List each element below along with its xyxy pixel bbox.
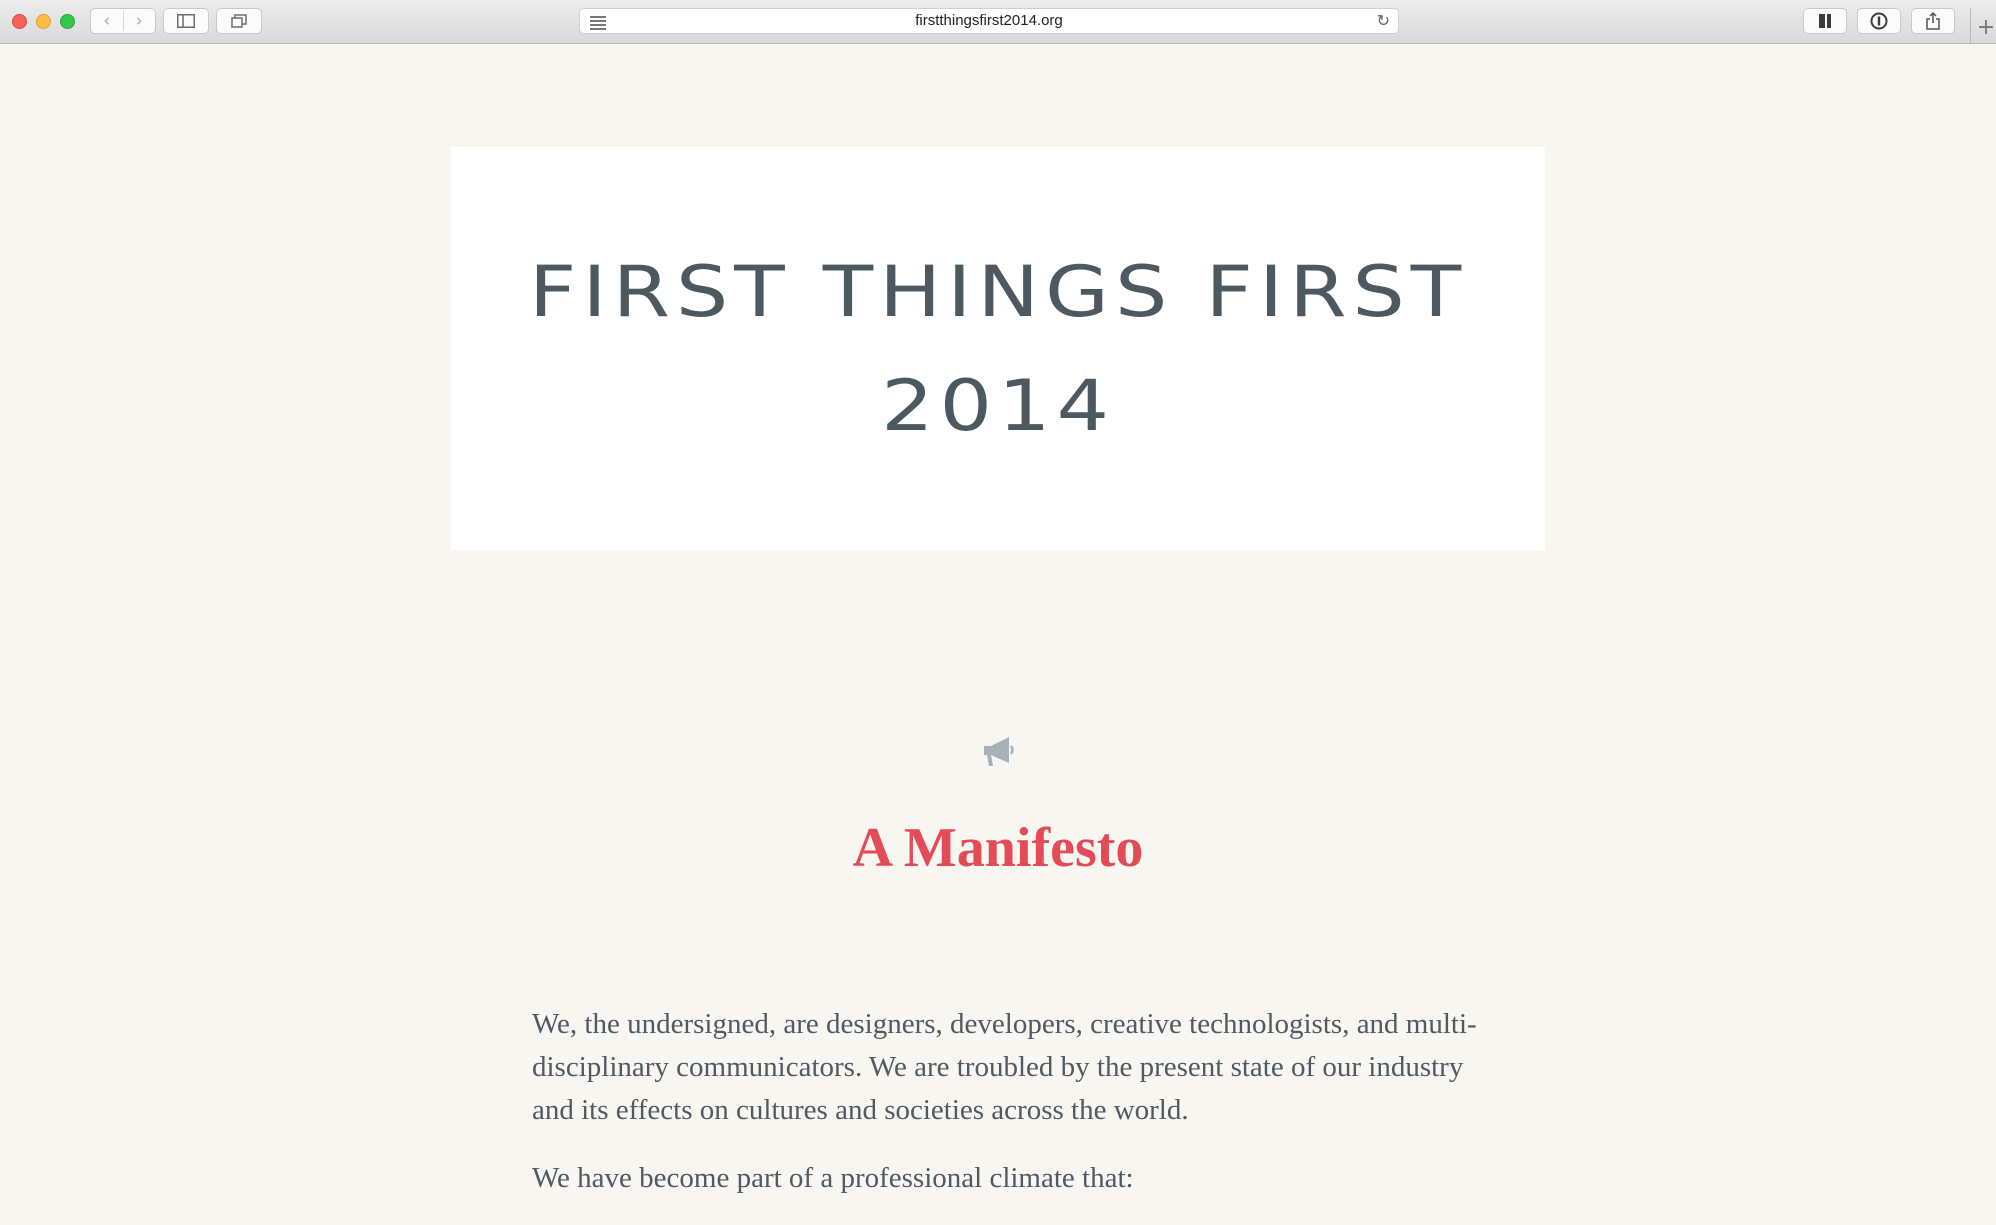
- book-icon: [1819, 14, 1831, 28]
- sidebar-icon: [177, 14, 195, 28]
- site-title: FIRST THINGS FIRST 2014: [528, 250, 1468, 447]
- tabs-icon: [231, 14, 247, 28]
- reload-icon[interactable]: ↻: [1377, 9, 1390, 33]
- chevron-left-icon: ‹: [103, 11, 111, 31]
- share-icon: [1926, 12, 1940, 30]
- share-button[interactable]: [1911, 8, 1955, 34]
- manifesto-body: We, the undersigned, are designers, deve…: [532, 1003, 1492, 1225]
- paragraph: We have become part of a professional cl…: [532, 1162, 1134, 1194]
- password-manager-button[interactable]: [1857, 8, 1901, 34]
- zoom-window-button[interactable]: [60, 14, 75, 29]
- paragraph: We, the undersigned, are designers, deve…: [532, 1008, 1477, 1126]
- minimize-window-button[interactable]: [36, 14, 51, 29]
- hero-banner: FIRST THINGS FIRST 2014: [451, 147, 1545, 550]
- address-bar[interactable]: firstthingsfirst2014.org ↻: [579, 8, 1399, 34]
- new-tab-button[interactable]: +: [1970, 8, 1996, 44]
- nav-buttons: ‹ ›: [90, 8, 156, 34]
- bookmark-extension-button[interactable]: [1803, 8, 1847, 34]
- sidebar-button[interactable]: [163, 8, 209, 34]
- section-heading: A Manifesto: [852, 817, 1144, 879]
- browser-toolbar: ‹ › firstthingsfirst2014.org ↻ +: [0, 0, 1996, 44]
- close-window-button[interactable]: [12, 14, 27, 29]
- tab-overview-button[interactable]: [216, 8, 262, 34]
- forward-button[interactable]: ›: [122, 11, 156, 31]
- url-text: firstthingsfirst2014.org: [915, 12, 1063, 29]
- onepassword-icon: [1870, 12, 1888, 30]
- chevron-right-icon: ›: [135, 11, 143, 31]
- plus-icon: +: [1976, 15, 1996, 40]
- megaphone-icon: [984, 737, 1014, 766]
- back-button[interactable]: ‹: [91, 11, 123, 31]
